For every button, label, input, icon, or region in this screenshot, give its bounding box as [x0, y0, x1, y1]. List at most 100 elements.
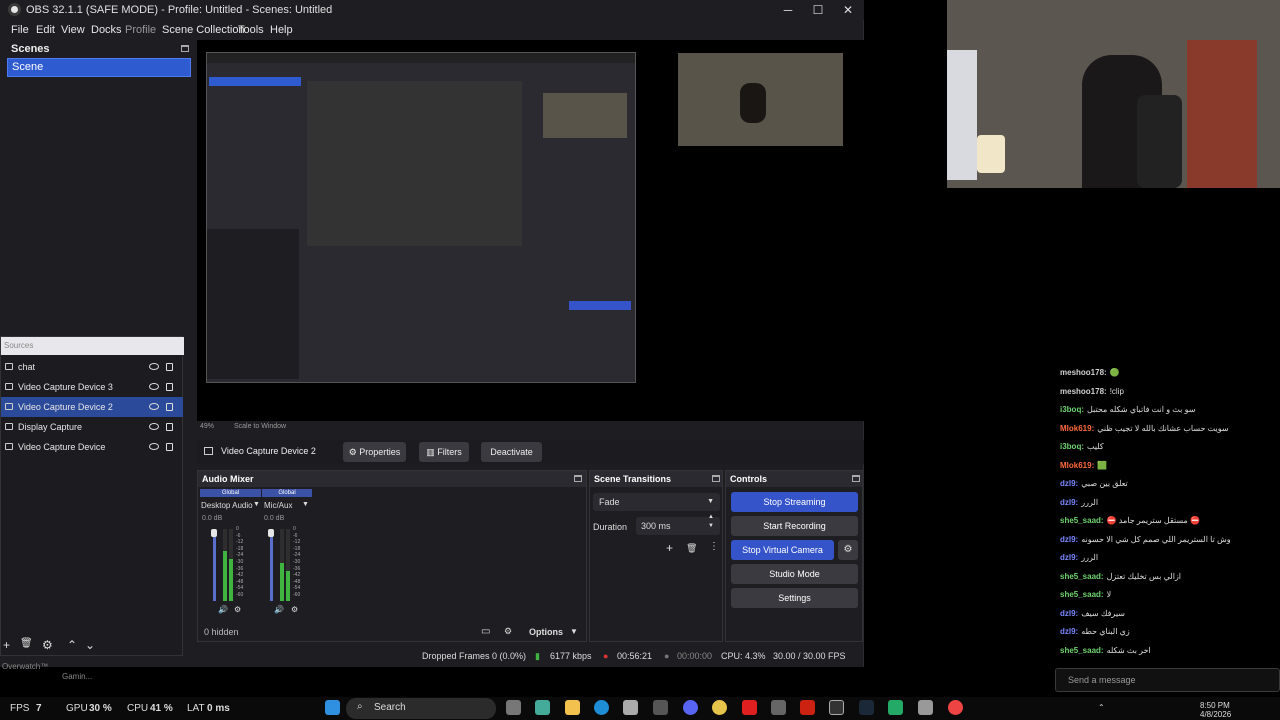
chat-username[interactable]: Mlok619: — [1060, 424, 1094, 433]
edge-icon[interactable] — [594, 700, 609, 715]
send-message-input[interactable]: Send a message — [1055, 668, 1280, 692]
undock-icon[interactable] — [181, 45, 189, 52]
options-button[interactable]: Options — [529, 627, 563, 637]
eye-icon[interactable] — [149, 423, 159, 430]
menu-docks[interactable]: Docks — [91, 24, 122, 36]
undock-icon[interactable] — [574, 475, 582, 482]
file-explorer-icon[interactable] — [565, 700, 580, 715]
filters-button[interactable]: ▥ Filters — [419, 442, 469, 462]
maximize-button[interactable]: ☐ — [806, 2, 830, 18]
chat-username[interactable]: dzl9: — [1060, 609, 1078, 618]
more-icon[interactable]: ⋮ — [709, 541, 719, 552]
virtual-camera-settings-icon[interactable]: ⚙ — [838, 540, 858, 560]
mic-volume-slider[interactable] — [270, 529, 273, 601]
steam-icon[interactable] — [859, 700, 874, 715]
minimize-button[interactable]: ─ — [776, 2, 800, 18]
chat-username[interactable]: she5_saad: — [1060, 516, 1104, 525]
mic-aux-label[interactable]: Mic/Aux — [264, 501, 292, 510]
app-icon[interactable] — [888, 700, 903, 715]
tray-chevron-icon[interactable]: ⌃ — [1098, 703, 1105, 712]
chevron-down-icon[interactable]: ▼ — [570, 627, 578, 636]
lock-icon[interactable] — [166, 423, 173, 431]
chevron-down-icon[interactable]: ▼ — [253, 501, 260, 508]
properties-button[interactable]: ⚙ Properties — [343, 442, 406, 462]
chat-username[interactable]: she5_saad: — [1060, 646, 1104, 655]
lock-icon[interactable] — [166, 443, 173, 451]
chat-username[interactable]: dzl9: — [1060, 627, 1078, 636]
mute-icon[interactable]: 🔊 — [274, 605, 284, 614]
move-down-icon[interactable]: ⌄ — [85, 638, 95, 652]
chat-username[interactable]: she5_saad: — [1060, 572, 1104, 581]
desktop-volume-slider[interactable] — [213, 529, 216, 601]
chat-username[interactable]: dzl9: — [1060, 479, 1078, 488]
chat-username[interactable]: she5_saad: — [1060, 590, 1104, 599]
transition-select[interactable]: Fade ▼ — [593, 493, 720, 511]
lock-icon[interactable] — [166, 363, 173, 371]
layout-icon[interactable]: ▭ — [481, 626, 490, 637]
gear-icon[interactable]: ⚙ — [291, 605, 298, 614]
desktop-audio-label[interactable]: Desktop Audio — [201, 501, 253, 510]
mic-volume-knob[interactable] — [268, 529, 274, 537]
app-icon[interactable] — [653, 700, 668, 715]
settings-icon[interactable] — [918, 700, 933, 715]
source-properties-icon[interactable]: ⚙ — [42, 638, 53, 652]
task-view-icon[interactable] — [506, 700, 521, 715]
scale-mode[interactable]: Scale to Window — [234, 423, 286, 430]
taskbar-search[interactable]: ⌕ Search — [346, 698, 496, 719]
trash-icon[interactable]: 🗑 — [686, 543, 697, 554]
eye-icon[interactable] — [149, 403, 159, 410]
settings-button[interactable]: Settings — [731, 588, 858, 608]
undock-icon[interactable] — [712, 475, 720, 482]
remove-source-icon[interactable]: 🗑 — [20, 638, 33, 649]
stop-virtual-camera-button[interactable]: Stop Virtual Camera — [731, 540, 834, 560]
add-icon[interactable]: + — [666, 541, 673, 555]
start-recording-button[interactable]: Start Recording — [731, 516, 858, 536]
menu-scene-collection[interactable]: Scene Collection — [162, 24, 245, 36]
menu-edit[interactable]: Edit — [36, 24, 55, 36]
studio-mode-button[interactable]: Studio Mode — [731, 564, 858, 584]
chat-username[interactable]: Mlok619: — [1060, 461, 1094, 470]
gear-icon[interactable]: ⚙ — [234, 605, 241, 614]
eye-icon[interactable] — [149, 443, 159, 450]
scene-list-item[interactable]: Scene — [7, 58, 191, 77]
lock-icon[interactable] — [166, 383, 173, 391]
eye-icon[interactable] — [149, 363, 159, 370]
source-item-video-capture[interactable]: Video Capture Device — [1, 437, 183, 457]
eye-icon[interactable] — [149, 383, 159, 390]
chat-username[interactable]: dzl9: — [1060, 553, 1078, 562]
chat-username[interactable]: dzl9: — [1060, 498, 1078, 507]
source-item-video-capture-2[interactable]: Video Capture Device 2 — [1, 397, 183, 417]
menu-tools[interactable]: Tools — [238, 24, 264, 36]
chrome-icon[interactable] — [712, 700, 727, 715]
app-icon[interactable] — [800, 700, 815, 715]
source-item-display-capture[interactable]: Display Capture — [1, 417, 183, 437]
stop-streaming-button[interactable]: Stop Streaming — [731, 492, 858, 512]
menu-view[interactable]: View — [61, 24, 85, 36]
discord-icon[interactable] — [683, 700, 698, 715]
chat-username[interactable]: meshoo178: — [1060, 368, 1107, 377]
mute-icon[interactable]: 🔊 — [218, 605, 228, 614]
spinner-icon[interactable]: ▲ ▼ — [708, 513, 714, 531]
chat-username[interactable]: meshoo178: — [1060, 387, 1107, 396]
menu-profile[interactable]: Profile — [125, 24, 156, 36]
close-button[interactable]: ✕ — [836, 2, 860, 18]
chat-username[interactable]: dzl9: — [1060, 535, 1078, 544]
app-icon[interactable] — [948, 700, 963, 715]
app-icon[interactable] — [771, 700, 786, 715]
store-icon[interactable] — [623, 700, 638, 715]
deactivate-button[interactable]: Deactivate — [481, 442, 542, 462]
chevron-down-icon[interactable]: ▼ — [302, 501, 309, 508]
preview-canvas[interactable] — [197, 40, 864, 421]
desktop-volume-knob[interactable] — [211, 529, 217, 537]
move-up-icon[interactable]: ⌃ — [67, 638, 77, 652]
source-item-chat[interactable]: chat — [1, 357, 183, 377]
advanced-audio-icon[interactable]: ⚙ — [504, 626, 512, 637]
chat-username[interactable]: i3boq: — [1060, 442, 1084, 451]
duration-field[interactable]: 300 ms ▲ ▼ — [636, 514, 720, 535]
menu-help[interactable]: Help — [270, 24, 293, 36]
source-item-video-capture-3[interactable]: Video Capture Device 3 — [1, 377, 183, 397]
menu-file[interactable]: File — [11, 24, 29, 36]
copilot-icon[interactable] — [535, 700, 550, 715]
obs-taskbar-icon[interactable] — [829, 700, 844, 715]
add-source-icon[interactable]: + — [3, 638, 10, 652]
